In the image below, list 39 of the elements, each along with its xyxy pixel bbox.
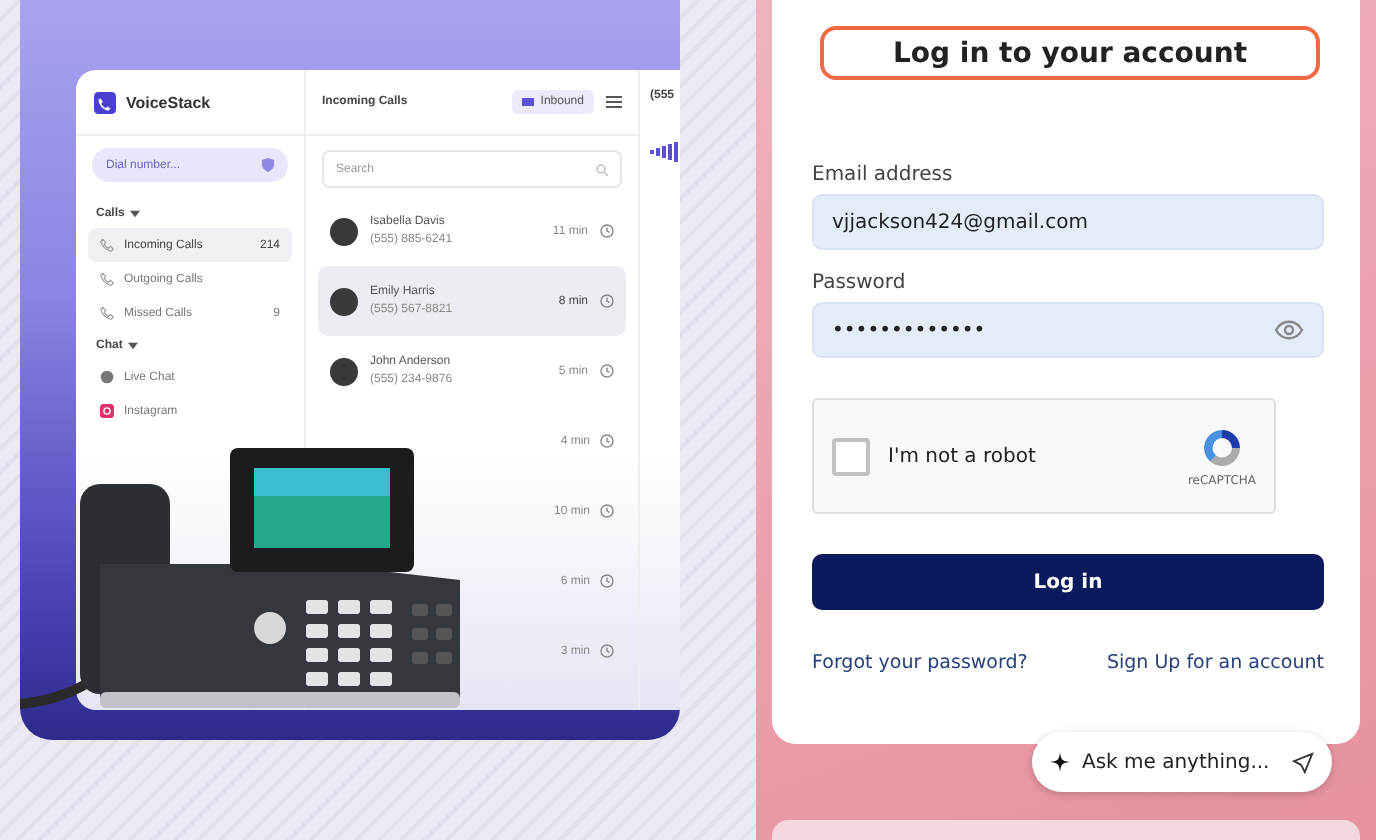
grid-icon (522, 98, 535, 106)
clock-icon (600, 364, 614, 378)
login-button[interactable]: Log in (812, 554, 1324, 610)
camera-icon (100, 404, 114, 418)
forgot-password-link[interactable]: Forgot your password? (812, 652, 1028, 674)
clock-icon (600, 294, 614, 308)
caret-icon (130, 210, 141, 218)
avatar (330, 217, 358, 245)
phone-icon (100, 272, 114, 286)
clock-icon (600, 224, 614, 238)
logo-icon (94, 91, 116, 113)
signup-link[interactable]: Sign Up for an account (1106, 652, 1324, 674)
eye-icon[interactable] (1274, 320, 1304, 340)
captcha-label: I'm not a robot (888, 445, 1038, 467)
captcha-logo-icon (1199, 425, 1244, 469)
avatar (330, 287, 358, 315)
password-label: Password (812, 272, 906, 294)
brand-name: VoiceStack (126, 93, 211, 111)
clock-icon (600, 504, 614, 518)
password-field[interactable]: ••••••••••••• (812, 302, 1324, 358)
filter-icon[interactable] (606, 94, 622, 110)
avatar (330, 357, 358, 385)
assistant-field[interactable]: Ask me anything... (1032, 732, 1332, 792)
send-icon[interactable] (1292, 751, 1314, 773)
phone-icon (100, 306, 114, 320)
email-field[interactable]: vjjackson424@gmail.com (812, 194, 1324, 250)
caret-icon (128, 342, 139, 350)
search-icon (596, 163, 608, 175)
clock-icon (600, 644, 614, 658)
sparkle-icon (1050, 752, 1070, 772)
clock-icon (600, 434, 614, 448)
captcha-checkbox[interactable] (832, 437, 870, 475)
shield-icon (262, 158, 274, 172)
clock-icon (600, 574, 614, 588)
chat-icon (100, 370, 114, 384)
waveform-icon (650, 142, 680, 162)
email-label: Email address (812, 164, 953, 186)
phone-icon (100, 238, 114, 252)
login-title: Log in to your account (820, 26, 1320, 80)
